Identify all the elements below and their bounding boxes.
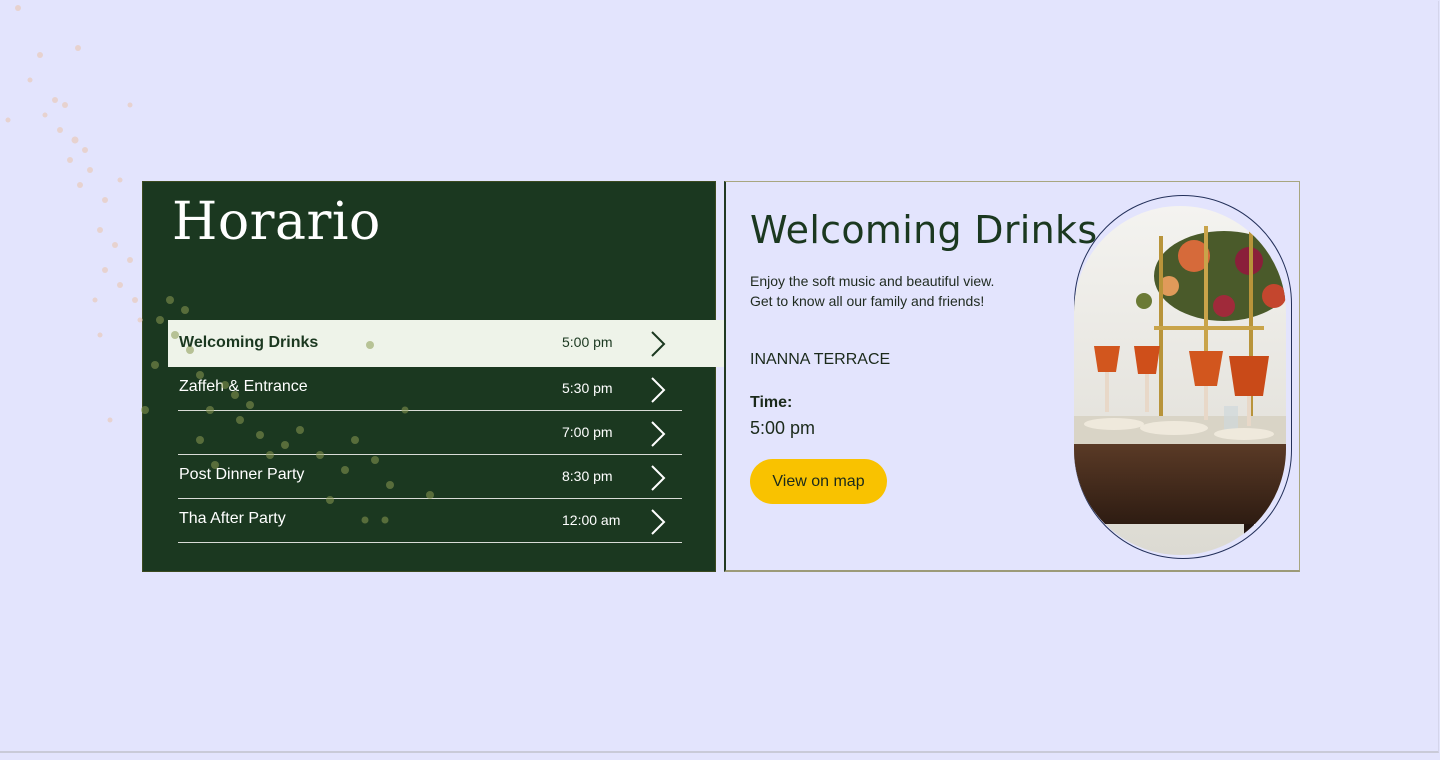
event-time: 5:00 pm xyxy=(562,334,613,350)
event-time: 8:30 pm xyxy=(562,468,613,484)
event-name: Zaffeh & Entrance xyxy=(179,378,308,395)
schedule-row[interactable]: 7:00 pm xyxy=(178,411,682,455)
venue-name: INANNA TERRACE xyxy=(750,351,891,368)
schedule-list: Zaffeh & Entrance 5:30 pm 7:00 pm Post D… xyxy=(178,367,682,543)
description-line: Get to know all our family and friends! xyxy=(750,293,985,309)
chevron-right-icon[interactable] xyxy=(648,508,668,536)
schedule-row[interactable]: Tha After Party 12:00 am xyxy=(178,499,682,543)
event-detail-title: Welcoming Drinks xyxy=(750,208,1098,252)
schedule-card: Horario Welcoming Drinks 5:00 pm Zaffeh … xyxy=(142,181,748,572)
event-name: Post Dinner Party xyxy=(179,466,305,483)
event-name: Welcoming Drinks xyxy=(179,334,319,351)
time-label: Time: xyxy=(750,394,793,411)
event-time: 7:00 pm xyxy=(562,424,613,440)
time-value: 5:00 pm xyxy=(750,418,816,438)
view-on-map-button[interactable]: View on map xyxy=(750,459,887,504)
chevron-right-icon[interactable] xyxy=(648,464,668,492)
schedule-title: Horario xyxy=(172,192,381,252)
chevron-right-icon[interactable] xyxy=(648,376,668,404)
chevron-right-icon[interactable] xyxy=(648,420,668,448)
banquet-table-photo xyxy=(1074,206,1286,555)
event-description: Enjoy the soft music and beautiful view.… xyxy=(750,271,1050,311)
chevron-right-icon[interactable] xyxy=(648,330,668,358)
event-time: 5:30 pm xyxy=(562,380,613,396)
event-time: 12:00 am xyxy=(562,512,621,528)
description-line: Enjoy the soft music and beautiful view. xyxy=(750,273,995,289)
event-detail-card: Welcoming Drinks Enjoy the soft music an… xyxy=(724,181,1300,572)
schedule-row[interactable]: Zaffeh & Entrance 5:30 pm xyxy=(178,367,682,411)
schedule-row-active[interactable]: Welcoming Drinks 5:00 pm xyxy=(168,320,748,367)
event-name: Tha After Party xyxy=(179,510,286,527)
schedule-row[interactable]: Post Dinner Party 8:30 pm xyxy=(178,455,682,499)
